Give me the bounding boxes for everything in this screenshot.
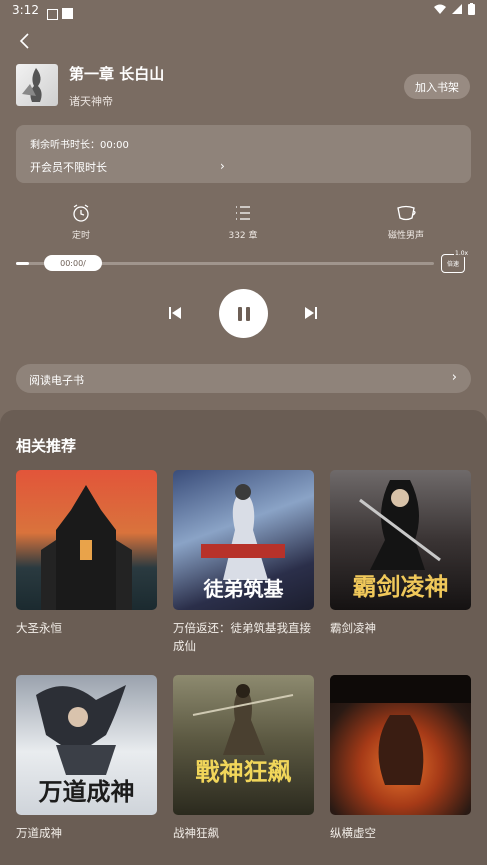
back-arrow-icon[interactable] [14,30,36,52]
wifi-icon [434,4,446,14]
open-vip-label[interactable]: 开会员不限时长 [30,159,107,175]
book-card[interactable]: 大圣永恒 [16,470,157,637]
book-card[interactable]: 纵横虚空 [330,675,471,842]
book-name: 战神狂飙 [173,826,219,840]
cover-text: 霸剑凌神 [352,572,449,601]
chevron-right-icon: › [220,159,225,173]
battery-icon [468,3,475,15]
book-name: 纵横虚空 [330,826,376,840]
book-cover [16,470,157,610]
book-cover [16,64,58,106]
voice-control[interactable]: 磁性男声 [366,203,446,241]
book-author: 诸天神帝 [69,95,113,108]
recommend-panel: 相关推荐 大圣永恒 徒弟筑基 万倍返还：徒弟筑基我直接成仙 霸剑凌神 霸剑凌神 … [0,410,487,865]
timer-control[interactable]: 定时 [41,203,121,241]
status-time: 3:12 [12,3,39,17]
book-name: 大圣永恒 [16,621,62,635]
pause-button[interactable] [219,289,268,338]
book-name: 霸剑凌神 [330,621,376,635]
pause-icon [237,306,250,321]
signal-icon [452,4,462,14]
vip-card[interactable]: 剩余听书时长：00:00 开会员不限时长 › [16,125,471,183]
read-ebook-bar[interactable]: 阅读电子书 › [16,364,471,393]
cover-text: 万道成神 [38,777,135,806]
progress-time-pill[interactable]: 00:00/ [44,255,102,271]
list-icon [236,206,250,220]
book-cover: 霸剑凌神 [330,470,471,610]
book-cover: 戰神狂飙 [173,675,314,815]
add-to-shelf-button[interactable]: 加入书架 [404,74,470,99]
chapters-label: 332 章 [228,231,258,241]
book-name: 万倍返还：徒弟筑基我直接成仙 [173,621,311,653]
book-cover: 徒弟筑基 [173,470,314,610]
alarm-clock-icon [73,204,89,222]
book-card[interactable]: 万道成神 万道成神 [16,675,157,842]
next-chapter-icon[interactable] [302,304,320,322]
read-ebook-label: 阅读电子书 [29,374,84,387]
book-name: 万道成神 [16,826,62,840]
cover-text: 戰神狂飙 [195,757,292,786]
book-cover [330,675,471,815]
progress-fill [16,262,29,265]
book-card[interactable]: 霸剑凌神 霸剑凌神 [330,470,471,637]
book-cover: 万道成神 [16,675,157,815]
cover-text: 徒弟筑基 [203,577,284,601]
teacup-icon [397,205,416,221]
remaining-time-label: 剩余听书时长：00:00 [30,140,129,151]
status-icons [434,3,475,15]
recommend-title: 相关推荐 [16,437,77,455]
chevron-right-icon: › [451,370,457,385]
previous-chapter-icon[interactable] [166,304,184,322]
timer-label: 定时 [71,231,90,241]
chapters-control[interactable]: 332 章 [203,203,283,241]
speed-label: 倍速 [446,261,459,268]
book-card[interactable]: 戰神狂飙 战神狂飙 [173,675,314,842]
chapter-title: 第一章 长白山 [69,65,165,83]
notification-icon [47,5,58,24]
book-card[interactable]: 徒弟筑基 万倍返还：徒弟筑基我直接成仙 [173,470,314,655]
app-notification-icon [62,4,73,23]
speed-value: 1.0x [454,250,470,257]
voice-label: 磁性男声 [387,231,424,241]
